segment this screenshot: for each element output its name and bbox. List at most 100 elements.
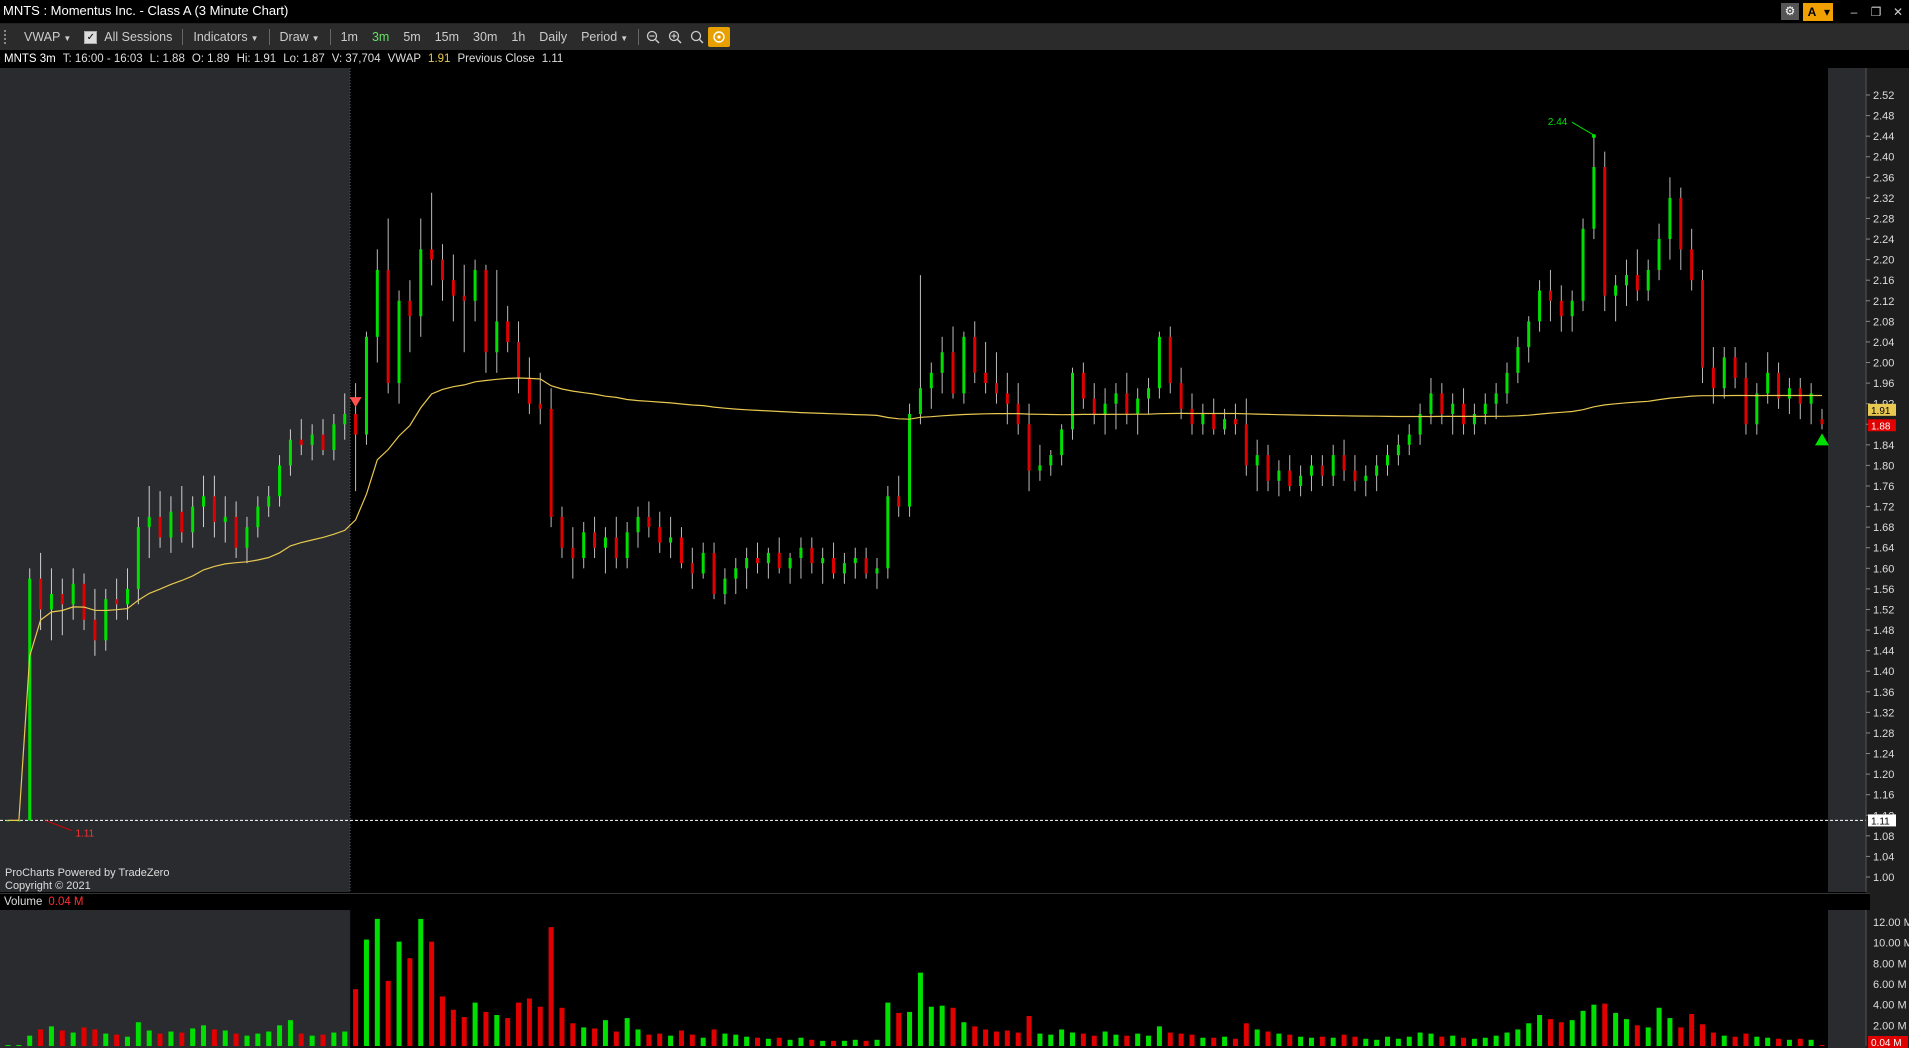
volume-bar bbox=[16, 1045, 22, 1046]
zoom-reset-icon[interactable] bbox=[686, 27, 708, 47]
volume-bar bbox=[1352, 1036, 1358, 1046]
last-price-tag-text: 1.88 bbox=[1871, 421, 1891, 432]
volume-bar bbox=[548, 927, 554, 1046]
timeframe-15m[interactable]: 15m bbox=[428, 30, 466, 44]
volume-bar bbox=[1254, 1029, 1260, 1046]
candle-body bbox=[191, 506, 195, 533]
volume-bar bbox=[1102, 1031, 1108, 1046]
toolbar-grip[interactable] bbox=[4, 30, 9, 44]
candle-body bbox=[582, 532, 586, 559]
minimize-icon[interactable]: – bbox=[1843, 5, 1865, 19]
volume-bar bbox=[429, 941, 435, 1046]
period-label: Period bbox=[581, 30, 618, 44]
gear-icon[interactable]: ⚙ bbox=[1781, 3, 1799, 20]
candle[interactable] bbox=[1071, 367, 1075, 440]
price-tick-label: 2.40 bbox=[1873, 152, 1894, 164]
volume-bar bbox=[733, 1034, 739, 1046]
price-tick-label: 1.56 bbox=[1873, 584, 1894, 596]
timeframe-1h[interactable]: 1h bbox=[504, 30, 532, 44]
candle-body bbox=[1103, 403, 1107, 414]
price-tick-label: 2.48 bbox=[1873, 111, 1894, 123]
chevron-down-icon[interactable]: ▾ bbox=[1821, 2, 1833, 21]
volume-bar bbox=[92, 1029, 98, 1046]
candle-body bbox=[1527, 321, 1531, 348]
candle-body bbox=[614, 537, 618, 559]
volume-bar bbox=[1732, 1036, 1738, 1046]
volume-bar bbox=[233, 1033, 239, 1046]
toolbar-divider bbox=[329, 29, 331, 45]
all-sessions-label[interactable]: All Sessions bbox=[97, 30, 179, 44]
candle-body bbox=[897, 496, 901, 507]
candle-body bbox=[1722, 357, 1726, 389]
candle[interactable] bbox=[962, 331, 966, 404]
candle-body bbox=[1733, 357, 1737, 378]
timeframe-30m[interactable]: 30m bbox=[466, 30, 504, 44]
volume-bar bbox=[1439, 1036, 1445, 1046]
volume-bar bbox=[1428, 1033, 1434, 1046]
candle-body bbox=[842, 563, 846, 574]
volume-postmarket-shading bbox=[1828, 910, 1866, 1048]
volume-bar bbox=[320, 1034, 326, 1046]
volume-bar bbox=[993, 1031, 999, 1046]
candle-body bbox=[1603, 167, 1607, 296]
vwap-dropdown[interactable]: VWAP ▼ bbox=[17, 30, 78, 44]
candle[interactable] bbox=[364, 331, 368, 445]
candle-body bbox=[299, 439, 303, 445]
volume-bar bbox=[896, 1012, 902, 1046]
chart-canvas[interactable]: 1.001.041.081.121.161.201.241.281.321.36… bbox=[0, 0, 1909, 1048]
powered-by-text: ProCharts Powered by TradeZero bbox=[5, 867, 170, 879]
candle[interactable] bbox=[549, 388, 553, 528]
draw-dropdown[interactable]: Draw ▼ bbox=[273, 30, 327, 44]
volume-label: Volume bbox=[4, 896, 43, 908]
candle-body bbox=[1288, 470, 1292, 486]
zoom-in-icon[interactable] bbox=[664, 27, 686, 47]
candle[interactable] bbox=[1701, 269, 1705, 384]
period-dropdown[interactable]: Period ▼ bbox=[574, 30, 635, 44]
candle-body bbox=[223, 516, 227, 523]
bar-volume: V: 37,704 bbox=[331, 53, 381, 65]
volume-bar bbox=[1037, 1033, 1043, 1046]
volume-bar bbox=[1276, 1033, 1282, 1046]
timeframe-daily[interactable]: Daily bbox=[532, 30, 574, 44]
volume-bar bbox=[1786, 1039, 1792, 1046]
volume-bar bbox=[1146, 1035, 1152, 1046]
volume-bar bbox=[244, 1035, 250, 1046]
price-tick-label: 2.04 bbox=[1873, 337, 1894, 349]
candle-body bbox=[527, 377, 531, 404]
alert-icon[interactable]: A bbox=[1803, 2, 1821, 21]
candle-body bbox=[506, 321, 510, 342]
candle-body bbox=[603, 537, 607, 548]
volume-tick-label: 12.00 M bbox=[1873, 917, 1909, 929]
candle-body bbox=[169, 511, 173, 538]
candle[interactable] bbox=[1581, 218, 1585, 312]
timeframe-3m[interactable]: 3m bbox=[365, 30, 396, 44]
volume-bar bbox=[1689, 1013, 1695, 1046]
candle[interactable] bbox=[908, 403, 912, 517]
candle-body bbox=[723, 578, 727, 595]
volume-bar bbox=[1189, 1034, 1195, 1046]
volume-bar bbox=[1765, 1037, 1771, 1046]
candle-body bbox=[93, 619, 97, 641]
candle[interactable] bbox=[1603, 151, 1607, 312]
volume-bar bbox=[754, 1037, 760, 1046]
crosshair-zoom-icon[interactable] bbox=[708, 27, 731, 47]
all-sessions-checkbox[interactable]: ✓ bbox=[84, 30, 98, 44]
indicators-dropdown[interactable]: Indicators ▼ bbox=[186, 30, 265, 44]
candle-body bbox=[115, 599, 119, 605]
candle-body bbox=[1277, 470, 1281, 481]
candle-body bbox=[875, 568, 879, 574]
volume-bar bbox=[657, 1033, 663, 1046]
candle-body bbox=[1081, 372, 1085, 399]
candle-body bbox=[1168, 336, 1172, 384]
window-controls: ⚙ A ▾ – ❐ ✕ bbox=[1781, 0, 1909, 23]
close-icon[interactable]: ✕ bbox=[1887, 5, 1909, 19]
timeframe-1m[interactable]: 1m bbox=[334, 30, 365, 44]
price-tick-label: 1.16 bbox=[1873, 790, 1894, 802]
candle[interactable] bbox=[28, 568, 32, 821]
candle-body bbox=[1494, 393, 1498, 404]
zoom-out-icon[interactable] bbox=[642, 27, 664, 47]
candle[interactable] bbox=[886, 486, 890, 579]
restore-icon[interactable]: ❐ bbox=[1865, 5, 1887, 19]
candle-body bbox=[354, 413, 358, 435]
timeframe-5m[interactable]: 5m bbox=[396, 30, 427, 44]
